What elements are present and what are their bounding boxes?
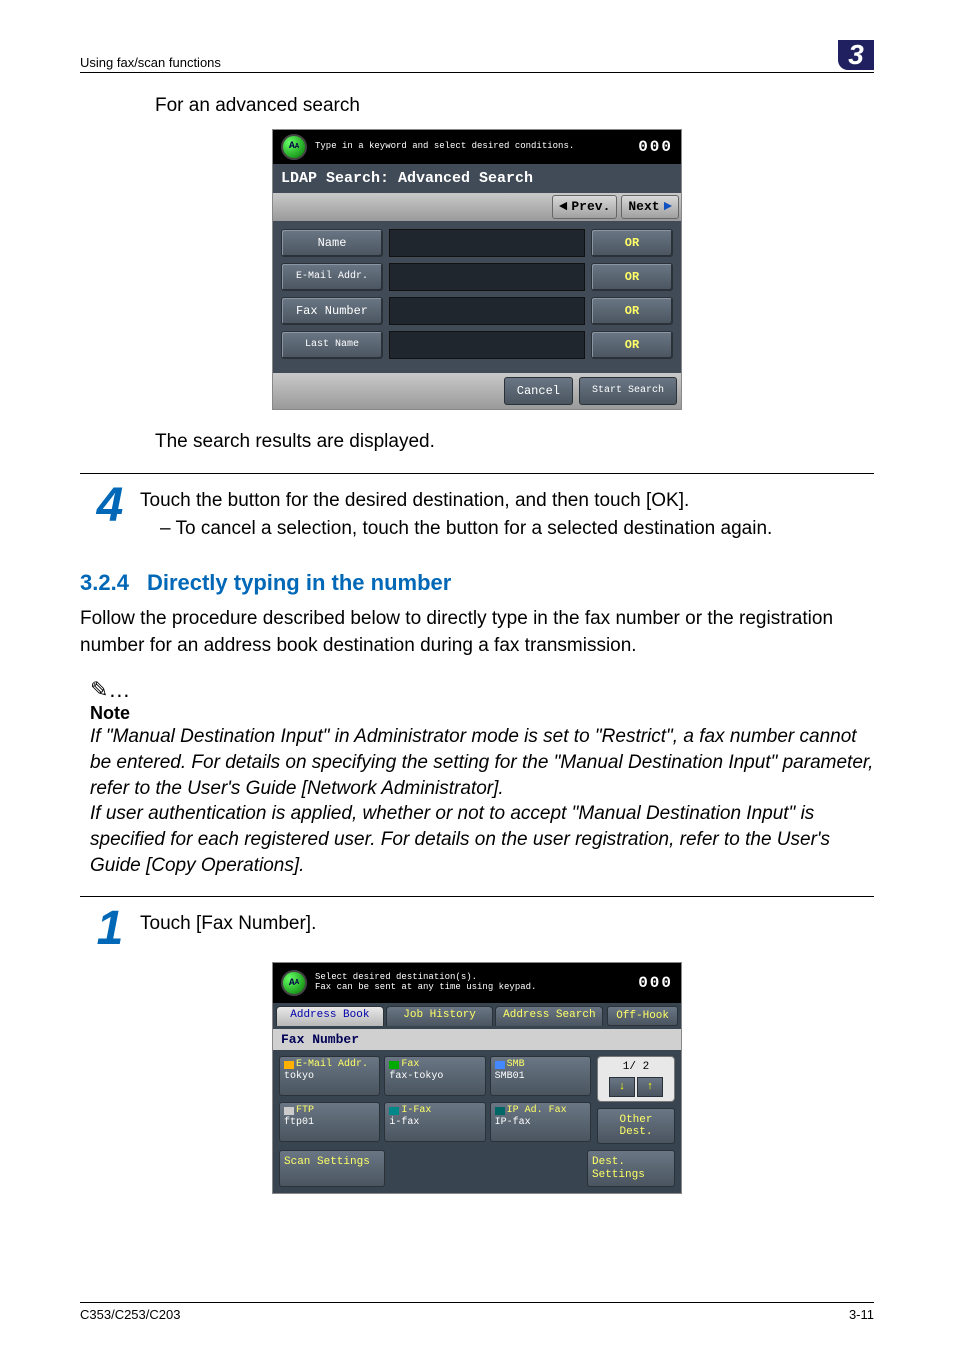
section-heading: 3.2.4 Directly typing in the number bbox=[80, 570, 874, 596]
fax-destination-panel: AA Select desired destination(s). Fax ca… bbox=[273, 963, 681, 1192]
mail-icon bbox=[284, 1061, 294, 1069]
field-name-input[interactable] bbox=[389, 229, 585, 257]
step4-bullet: – To cancel a selection, touch the butto… bbox=[160, 518, 874, 540]
field-name-condition[interactable]: OR bbox=[591, 229, 673, 257]
step-number-1: 1 bbox=[80, 905, 140, 953]
dest-ipfax[interactable]: IP Ad. FaxIP-fax bbox=[490, 1102, 591, 1142]
header-breadcrumb: Using fax/scan functions bbox=[80, 55, 221, 70]
dest-ftp01[interactable]: FTPftp01 bbox=[279, 1102, 380, 1142]
dest-email-tokyo[interactable]: E-Mail Addr.tokyo bbox=[279, 1056, 380, 1096]
step1-instruction: Touch [Fax Number]. bbox=[140, 905, 874, 935]
page-up-button[interactable]: ↑ bbox=[637, 1077, 663, 1097]
field-email-input[interactable] bbox=[389, 263, 585, 291]
note-icon: ✎… bbox=[90, 677, 874, 703]
ipfax-icon bbox=[495, 1107, 505, 1115]
off-hook-button[interactable]: Off-Hook bbox=[607, 1006, 678, 1026]
fax-icon bbox=[389, 1061, 399, 1069]
enlarge-icon[interactable]: AA bbox=[281, 970, 307, 996]
fax-number-strip: Fax Number bbox=[273, 1029, 681, 1050]
note-label: Note bbox=[90, 703, 874, 724]
section-paragraph: Follow the procedure described below to … bbox=[80, 606, 874, 659]
footer-model: C353/C253/C203 bbox=[80, 1307, 180, 1322]
field-name-button[interactable]: Name bbox=[281, 229, 383, 257]
note-body-1: If "Manual Destination Input" in Adminis… bbox=[90, 724, 874, 801]
prev-button[interactable]: ◄Prev. bbox=[552, 195, 617, 219]
tab-job-history[interactable]: Job History bbox=[386, 1006, 494, 1026]
field-lastname-condition[interactable]: OR bbox=[591, 331, 673, 359]
dest-ifax[interactable]: I-Faxi-fax bbox=[384, 1102, 485, 1142]
step-number-4: 4 bbox=[80, 482, 140, 530]
field-faxnumber-button[interactable]: Fax Number bbox=[281, 297, 383, 325]
chapter-badge: 3 bbox=[838, 40, 874, 70]
page-footer: C353/C253/C203 3-11 bbox=[80, 1302, 874, 1322]
other-dest-button[interactable]: Other Dest. bbox=[597, 1108, 675, 1144]
field-lastname-input[interactable] bbox=[389, 331, 585, 359]
page-header: Using fax/scan functions 3 bbox=[80, 40, 874, 73]
footer-page-number: 3-11 bbox=[849, 1307, 874, 1322]
cancel-button[interactable]: Cancel bbox=[504, 377, 573, 405]
note-body-2: If user authentication is applied, wheth… bbox=[90, 801, 874, 878]
field-email-button[interactable]: E-Mail Addr. bbox=[281, 263, 383, 291]
next-button[interactable]: Next► bbox=[621, 195, 679, 219]
start-search-button[interactable]: Start Search bbox=[579, 377, 677, 405]
results-displayed-text: The search results are displayed. bbox=[155, 429, 874, 456]
ldap-search-panel: AA Type in a keyword and select desired … bbox=[273, 130, 681, 409]
panel-help-text: Type in a keyword and select desired con… bbox=[315, 142, 638, 151]
page-down-button[interactable]: ↓ bbox=[609, 1077, 635, 1097]
panel-title: LDAP Search: Advanced Search bbox=[273, 164, 681, 193]
ftp-icon bbox=[284, 1107, 294, 1115]
field-faxnumber-condition[interactable]: OR bbox=[591, 297, 673, 325]
ifax-icon bbox=[389, 1107, 399, 1115]
field-lastname-button[interactable]: Last Name bbox=[281, 331, 383, 359]
tab-address-book[interactable]: Address Book bbox=[276, 1006, 384, 1026]
destination-count: 000 bbox=[638, 138, 673, 156]
destination-count: 000 bbox=[638, 974, 673, 992]
field-email-condition[interactable]: OR bbox=[591, 263, 673, 291]
dest-fax-tokyo[interactable]: Faxfax-tokyo bbox=[384, 1056, 485, 1096]
field-faxnumber-input[interactable] bbox=[389, 297, 585, 325]
scan-settings-button[interactable]: Scan Settings bbox=[279, 1150, 385, 1186]
step4-instruction: Touch the button for the desired destina… bbox=[140, 490, 874, 512]
tab-address-search[interactable]: Address Search bbox=[495, 1006, 603, 1026]
panel-help-text: Select desired destination(s). Fax can b… bbox=[315, 973, 638, 993]
page-count: 1/ 2 bbox=[602, 1061, 670, 1073]
section-title: Directly typing in the number bbox=[147, 570, 451, 595]
enlarge-icon[interactable]: AA bbox=[281, 134, 307, 160]
dest-smb01[interactable]: SMBSMB01 bbox=[490, 1056, 591, 1096]
page-indicator: 1/ 2 ↓ ↑ bbox=[597, 1056, 675, 1102]
dest-settings-button[interactable]: Dest. Settings bbox=[587, 1150, 675, 1186]
section-number: 3.2.4 bbox=[80, 570, 129, 595]
smb-icon bbox=[495, 1061, 505, 1069]
advanced-search-intro: For an advanced search bbox=[155, 93, 874, 120]
